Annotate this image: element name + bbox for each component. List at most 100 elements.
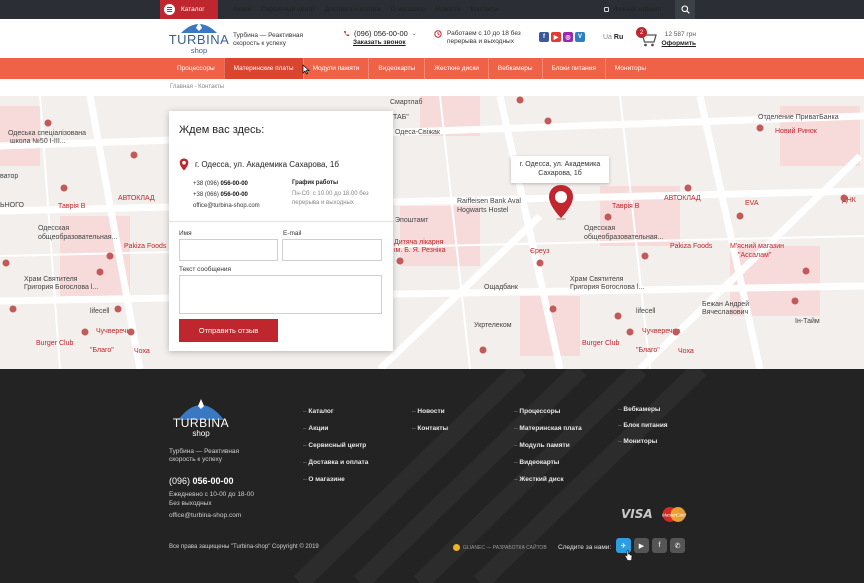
name-label: Имя [179, 230, 192, 237]
lang-ua[interactable]: Ua [603, 34, 612, 41]
menu-item[interactable]: Модули памяти [302, 58, 369, 79]
address-text: г. Одесса, ул. Академика Сахарова, 1б [195, 160, 339, 169]
footer-tagline: Турбина — Реактивная скорость к успеху [169, 448, 239, 464]
schedule-line: перерыва и выходных [292, 200, 354, 206]
footer-email[interactable]: office@turbina-shop.com [169, 512, 241, 519]
menu-item-active[interactable]: Материнские платы [223, 58, 303, 79]
footer-link[interactable]: Материнская плата [514, 420, 581, 437]
footer-link[interactable]: Акции [303, 420, 368, 437]
footer-link[interactable]: Каталог [303, 403, 368, 420]
footer-link[interactable]: Доставка и оплата [303, 454, 368, 471]
logo-text: TURBINA [168, 32, 230, 47]
footer-link[interactable]: Жесткий диск [514, 471, 582, 488]
cart-summary[interactable]: 12 587 грн Оформить [660, 30, 697, 48]
footer-link[interactable]: Сервисный центр [303, 437, 368, 454]
footer-column-news: Новости Контакты [412, 403, 448, 437]
top-nav-link[interactable]: О магазине [391, 6, 426, 13]
account-link[interactable]: Личный кабинет [604, 0, 662, 19]
top-nav: Акции Сервисный центр Доставка и оплата … [233, 0, 498, 19]
tagline: Турбина — Реактивная скорость к успеху [233, 32, 303, 48]
visa-logo: VISA [621, 507, 653, 521]
mastercard-text: MasterCard [662, 513, 686, 518]
facebook-icon[interactable]: f [652, 538, 667, 553]
menu-item[interactable]: Жесткие диски [424, 58, 488, 79]
cart-count-badge: 2 [636, 27, 647, 38]
logo[interactable]: TURBINA shop [167, 21, 231, 55]
top-nav-link[interactable]: Новости [435, 6, 460, 13]
checkout-link[interactable]: Оформить [660, 39, 697, 48]
clock-icon [434, 30, 442, 38]
viber-icon[interactable]: V [575, 32, 585, 42]
phone-number: 056-00-00 [192, 476, 234, 486]
contact-phone-1[interactable]: +38 (096) 056-00-00 [193, 179, 260, 190]
menu-item[interactable]: Мониторы [604, 58, 655, 79]
developer-credit[interactable]: GLIANEC — РАЗРАБОТКА САЙТОВ [453, 544, 547, 551]
language-switch: Ua Ru [603, 34, 623, 41]
hours-line: Без выходных [169, 500, 212, 507]
footer-column-catalog-2: Вебкамеры Блок питания Мониторы [618, 402, 668, 450]
menu-item[interactable]: Видеокарты [368, 58, 424, 79]
search-button[interactable] [675, 0, 695, 19]
header-phone[interactable]: (096) 056-00-00 ⌄ [343, 29, 417, 38]
footer-link[interactable]: Контакты [412, 420, 448, 437]
divider [169, 221, 393, 222]
name-input[interactable] [179, 239, 278, 261]
lang-ru[interactable]: Ru [614, 34, 623, 41]
footer-link[interactable]: Вебкамеры [618, 402, 668, 418]
footer-link[interactable]: Новости [412, 403, 448, 420]
tooltip-line: Сахарова, 1б [538, 170, 582, 177]
footer-link[interactable]: Процессоры [514, 403, 582, 420]
instagram-icon[interactable]: ◎ [563, 32, 573, 42]
submit-review-button[interactable]: Отправить отзыв [179, 319, 278, 342]
developer-logo-icon [453, 544, 460, 551]
copyright: Все права защищены "Turbina-shop" Copyri… [169, 544, 319, 550]
mastercard-logo: MasterCard [662, 507, 686, 522]
map-address-tooltip: г. Одесса, ул. Академика Сахарова, 1б [511, 156, 609, 183]
tooltip-line: г. Одесса, ул. Академика [519, 161, 601, 168]
top-nav-link[interactable]: Контакты [470, 6, 498, 13]
menu-icon [164, 4, 175, 15]
footer-link[interactable]: Мониторы [618, 434, 668, 450]
youtube-icon[interactable]: ▶ [551, 32, 561, 42]
contact-details: +38 (096) 056-00-00 +38 (066) 056-00-00 … [193, 179, 260, 212]
logo-subtext: shop [190, 46, 208, 55]
header-social: f ▶ ◎ V [539, 32, 585, 42]
search-icon [680, 5, 690, 14]
contact-phone-2[interactable]: +38 (066) 056-00-00 [193, 190, 260, 201]
menu-item[interactable]: Процессоры [168, 58, 224, 79]
footer-phone[interactable]: (096) 056-00-00 [169, 476, 234, 486]
map-pins [2, 96, 848, 354]
footer-logo[interactable]: TURBINA shop [168, 396, 234, 440]
phone-number: (096) 056-00-00 [354, 29, 408, 38]
top-nav-link[interactable]: Доставка и оплата [325, 6, 381, 13]
viber-icon[interactable]: ✆ [670, 538, 685, 553]
footer-link[interactable]: О магазине [303, 471, 368, 488]
schedule-block: График работы Пн-Сб: с 10.00 до 18.00 бе… [292, 179, 369, 209]
footer-texture [293, 369, 707, 583]
facebook-icon[interactable]: f [539, 32, 549, 42]
catalog-button[interactable]: Каталог [160, 0, 218, 19]
menu-item[interactable]: Блоки питания [541, 58, 605, 79]
footer-logo-subtext: shop [192, 429, 210, 438]
map-location-pin-icon[interactable] [547, 184, 575, 220]
menu-item[interactable]: Вебкамеры [487, 58, 542, 79]
tagline-line: скорость к успеху [233, 40, 286, 47]
message-label: Текст сообщения [179, 266, 232, 273]
phone-prefix: +38 (096) [193, 181, 221, 187]
footer-link[interactable]: Видеокарты [514, 454, 582, 471]
tagline-line: Турбина — Реактивная [233, 32, 304, 39]
footer [0, 369, 864, 583]
footer-link[interactable]: Модуль памяти [514, 437, 582, 454]
location-pin-icon [179, 158, 189, 171]
map[interactable]: Одеська спеціалізована школа №50 I-III..… [0, 96, 864, 369]
breadcrumb[interactable]: Главная - Контакты [170, 84, 224, 90]
email-input[interactable] [282, 239, 382, 261]
top-nav-link[interactable]: Сервисный центр [261, 6, 314, 13]
callback-link[interactable]: Заказать звонок [353, 39, 406, 46]
hours-line: Ежедневно с 10-00 до 18-00 [169, 491, 254, 498]
message-textarea[interactable] [179, 275, 382, 314]
youtube-icon[interactable]: ▶ [634, 538, 649, 553]
top-nav-link[interactable]: Акции [233, 6, 251, 13]
contact-email[interactable]: office@turbina-shop.com [193, 201, 260, 212]
footer-link[interactable]: Блок питания [618, 418, 667, 434]
